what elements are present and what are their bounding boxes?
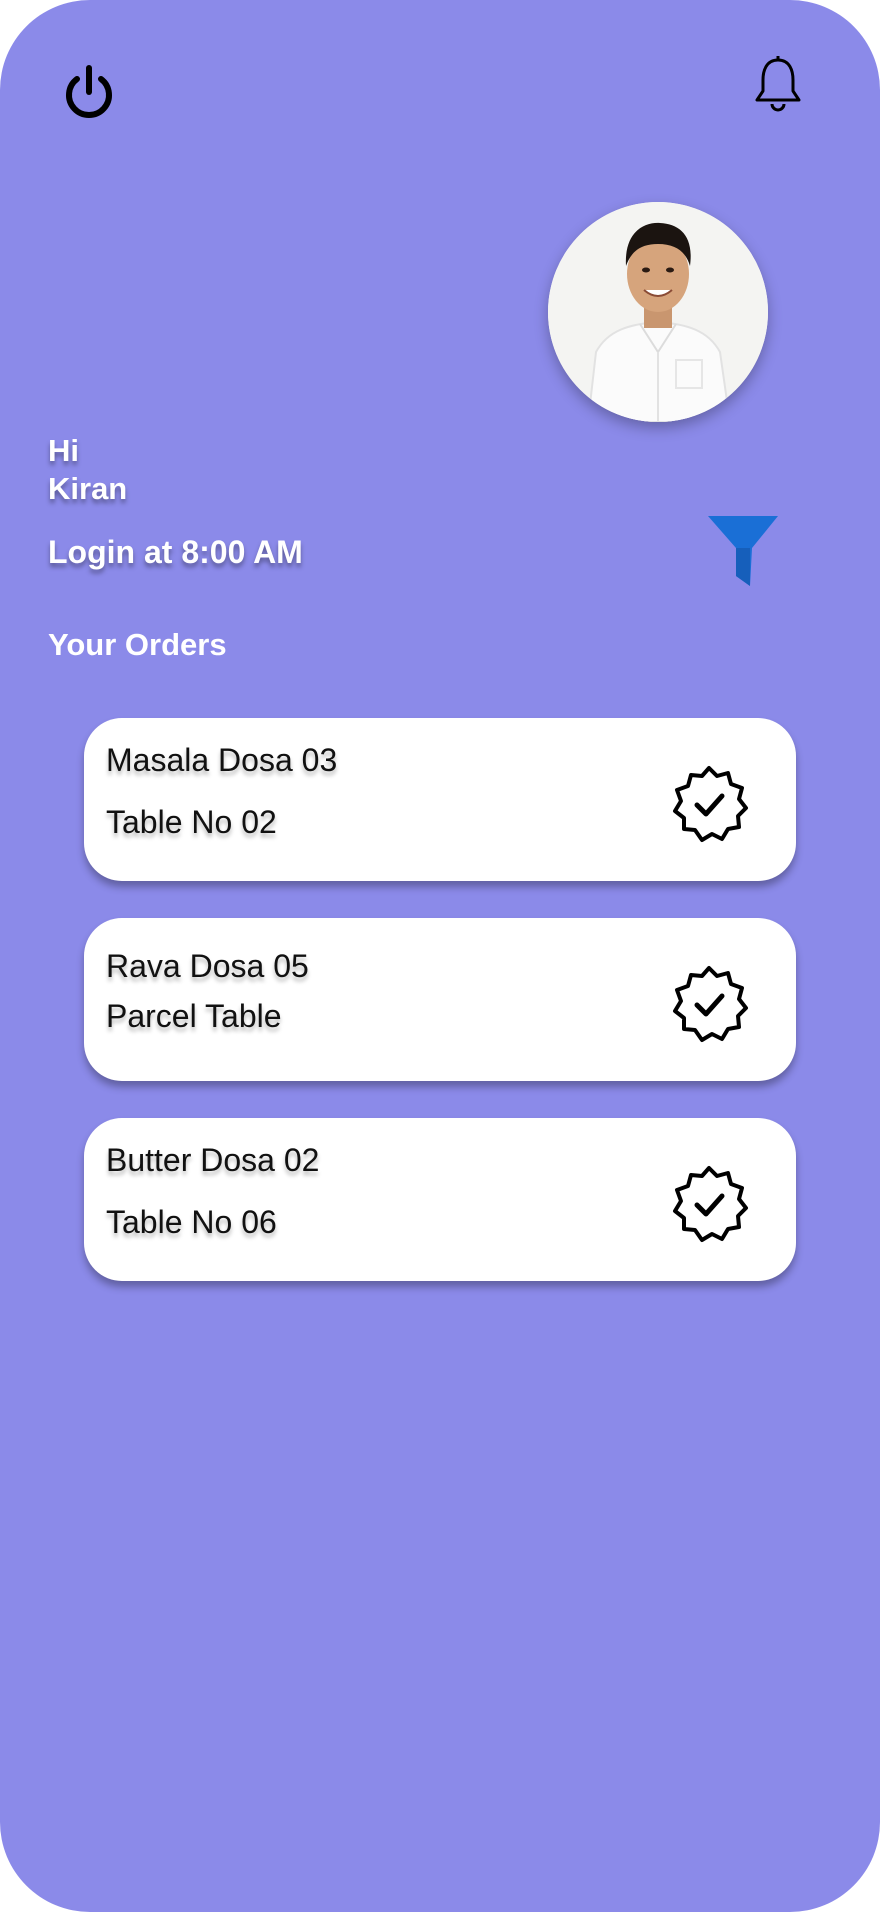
filter-icon[interactable] <box>706 514 780 592</box>
avatar[interactable] <box>548 202 768 422</box>
verified-check-icon[interactable] <box>669 764 749 844</box>
order-card[interactable]: Butter Dosa 02 Table No 06 <box>84 1118 796 1281</box>
order-item-name: Masala Dosa 03 <box>106 742 338 778</box>
order-table-number: Table No 06 <box>106 1204 277 1240</box>
orders-section-title: Your Orders <box>48 627 227 662</box>
login-time: Login at 8:00 AM <box>48 534 303 570</box>
greeting-hi: Hi <box>48 433 79 468</box>
order-item-name: Butter Dosa 02 <box>106 1142 320 1178</box>
app-screen: Hi Kiran Login at 8:00 AM Your Orders Ma… <box>0 0 880 1912</box>
order-card[interactable]: Rava Dosa 05 Parcel Table <box>84 918 796 1081</box>
power-icon[interactable] <box>60 64 118 122</box>
verified-check-icon[interactable] <box>669 964 749 1044</box>
greeting: Hi Kiran <box>48 432 127 508</box>
order-card[interactable]: Masala Dosa 03 Table No 02 <box>84 718 796 881</box>
greeting-user-name: Kiran <box>48 471 128 506</box>
orders-list: Masala Dosa 03 Table No 02 Rava Dosa 05 … <box>84 718 796 1318</box>
order-item-name: Rava Dosa 05 <box>106 948 309 984</box>
order-table-number: Table No 02 <box>106 804 277 840</box>
verified-check-icon[interactable] <box>669 1164 749 1244</box>
avatar-photo <box>548 202 768 422</box>
bell-icon[interactable] <box>751 56 805 114</box>
order-table-number: Parcel Table <box>106 998 282 1034</box>
